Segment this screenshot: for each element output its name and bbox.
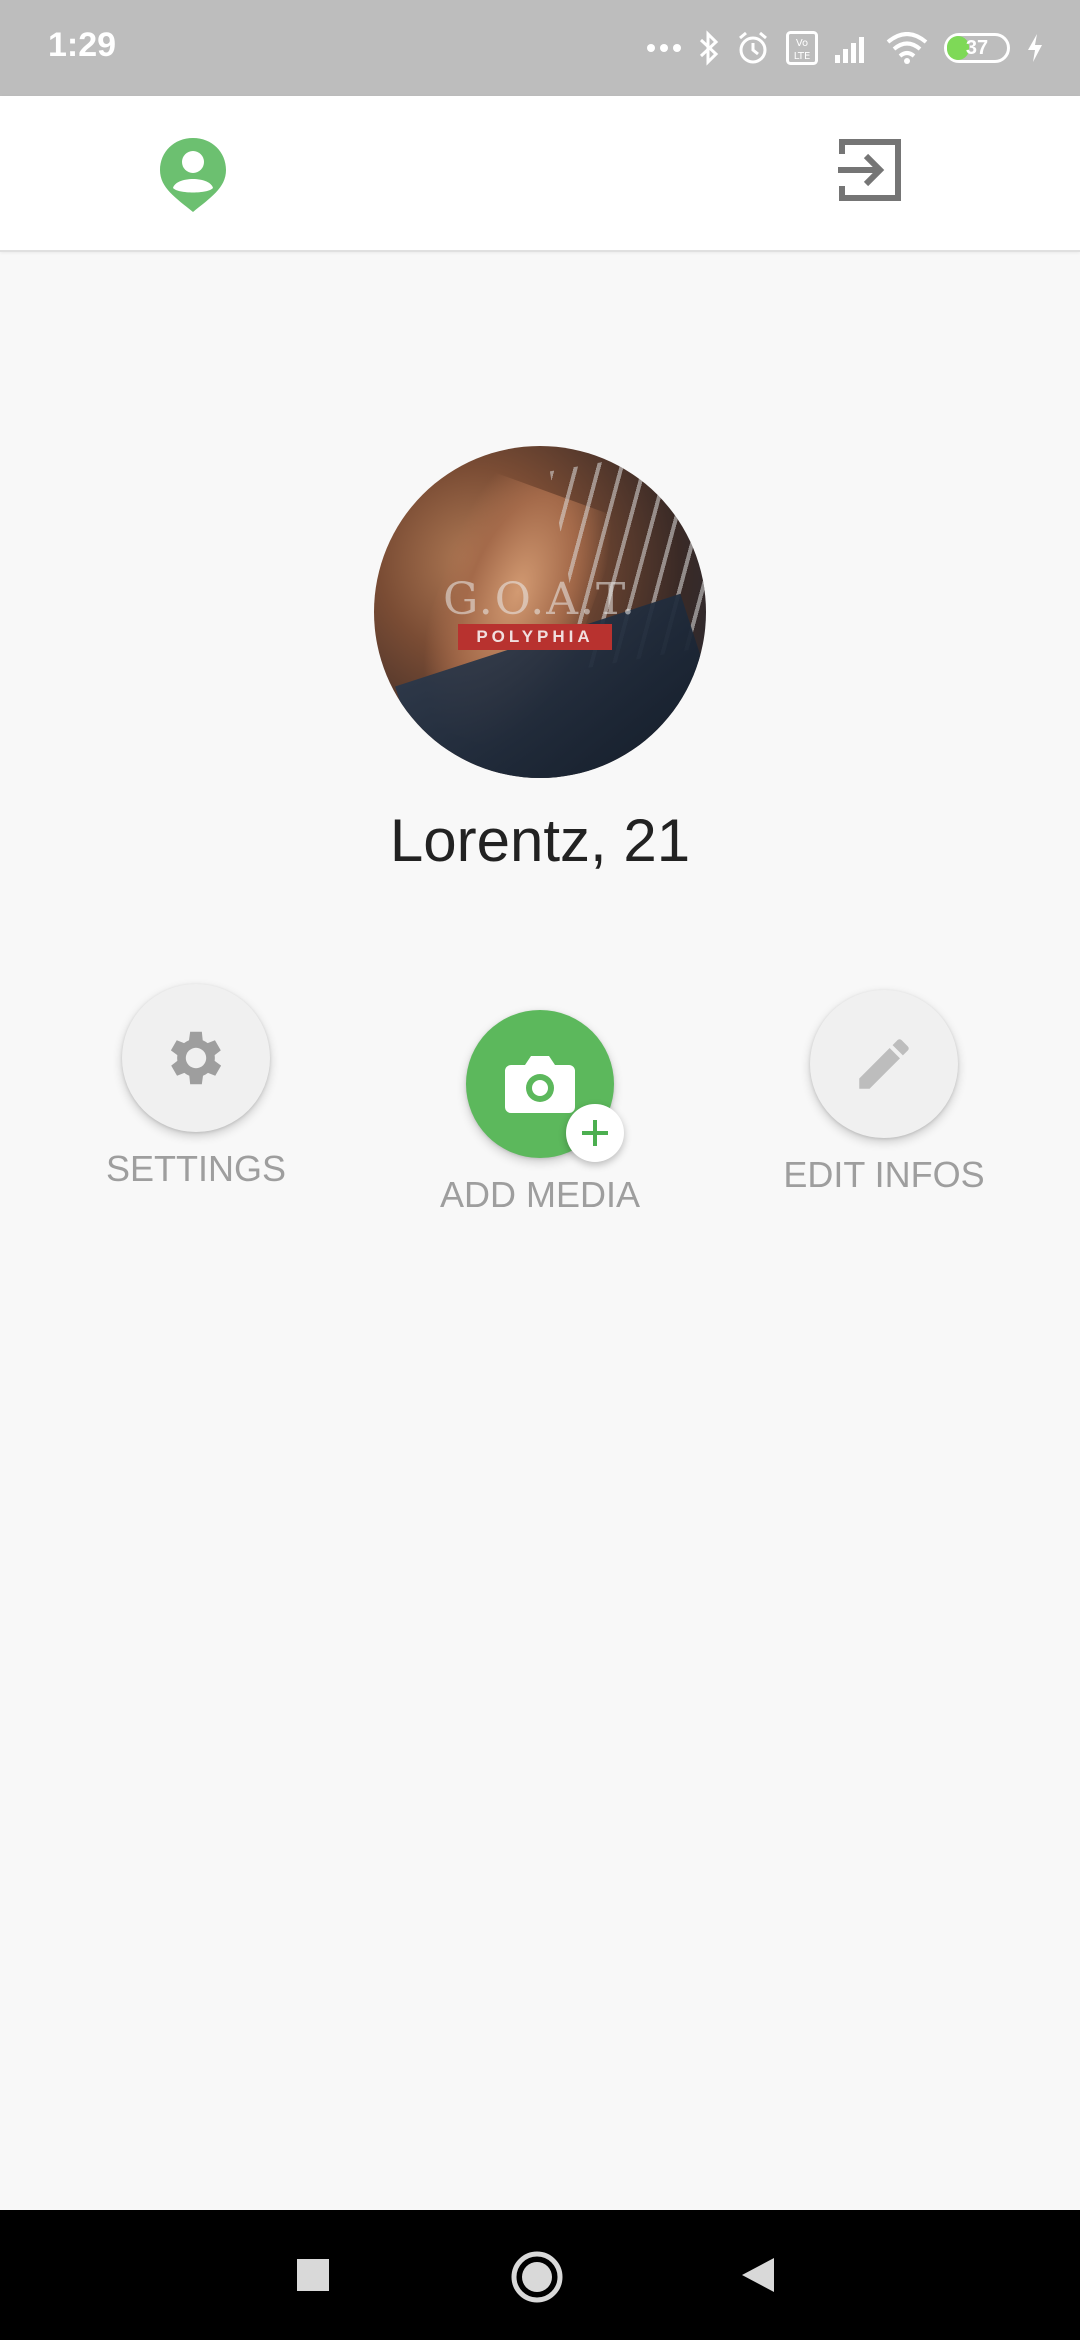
battery-percent: 37 [965,36,989,59]
app-bar [0,96,1080,252]
add-media-plus-badge[interactable] [566,1104,624,1162]
avatar[interactable]: G.O.A.T. POLYPHIA [374,446,706,778]
status-bar: 1:29 Vo LTE 37 [0,0,1080,96]
add-media-label: ADD MEDIA [439,1174,641,1215]
battery-icon: 37 [944,33,1010,63]
profile-name: Lorentz, 21 [389,807,691,874]
avatar-band-text: POLYPHIA [458,624,612,650]
charging-icon [1028,34,1042,62]
recents-button[interactable] [296,2258,330,2297]
home-button[interactable] [510,2250,564,2309]
settings-button[interactable] [122,984,270,1132]
edit-infos-label: EDIT INFOS [783,1154,985,1195]
logout-button[interactable] [834,134,906,206]
settings-label: SETTINGS [105,1148,287,1189]
more-dots-icon [647,44,681,52]
bluetooth-icon [699,30,719,66]
back-triangle-icon [742,2258,774,2292]
pencil-icon [859,1039,909,1089]
camera-icon [505,1056,575,1113]
recents-square-icon [297,2259,329,2291]
profile-pin-icon [160,138,226,212]
profile-tab[interactable] [158,136,228,216]
gear-icon [170,1031,222,1085]
wifi-icon [886,32,928,64]
edit-infos-button[interactable] [810,990,958,1138]
svg-text:LTE: LTE [794,51,811,62]
system-nav-bar [0,2210,1080,2340]
signal-icon [835,37,864,63]
volte-icon: Vo LTE [786,31,818,65]
exit-icon [838,139,901,201]
back-button[interactable] [740,2256,776,2299]
status-time: 1:29 [48,26,117,64]
avatar-logo-text: G.O.A.T. [443,574,637,625]
plus-icon [582,1120,608,1146]
status-icons: Vo LTE 37 [646,24,1044,72]
alarm-icon [739,31,767,64]
home-circle-icon [511,2251,563,2303]
svg-text:Vo: Vo [796,38,808,49]
